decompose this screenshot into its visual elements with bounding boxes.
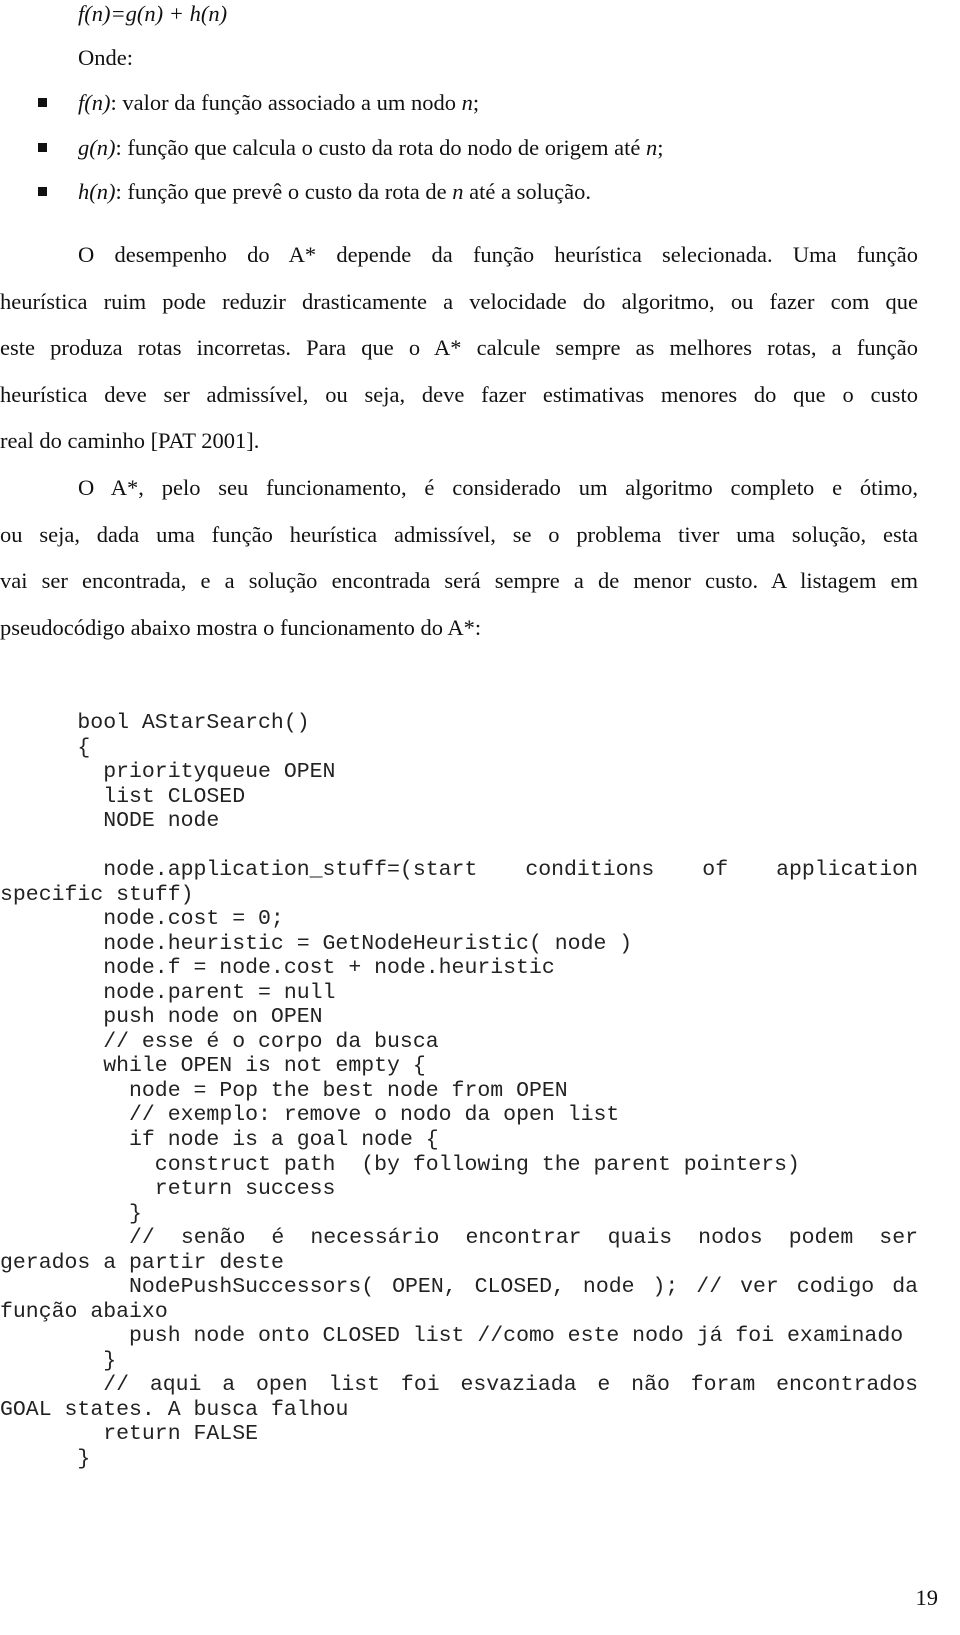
text: : função que prevê o custo da rota de [115,179,453,204]
code-line: gerados a partir deste [0,1250,284,1275]
term: f(n) [78,90,111,115]
code-line: priorityqueue OPEN [103,760,336,785]
code-line: } [77,1446,91,1471]
code-line: { [77,735,91,760]
code-line: push node on OPEN [103,1005,323,1030]
code-line: construct path (by following the parent … [154,1152,800,1177]
page-number: 19 [915,1585,939,1610]
list-item: f(n): valor da função associado a um nod… [78,88,479,118]
paragraph-line: ou seja, dada uma função heurística admi… [0,521,918,547]
code-line: bool AStarSearch() [77,711,310,735]
paragraph-line: heurística deve ser admissível, ou seja,… [0,381,918,407]
paragraph-line: este produza rotas incorretas. Para que … [0,335,918,361]
text: : valor da função associado a um nodo [110,90,462,115]
list-item: h(n): função que prevê o custo da rota d… [78,177,591,207]
code-line: return FALSE [103,1422,259,1447]
code-line: node.f = node.cost + node.heuristic [103,956,555,981]
var: n [452,179,464,204]
code-line: push node onto CLOSED list //como este n… [129,1324,904,1349]
var: n [461,90,473,115]
code-line: list CLOSED [103,784,246,809]
paragraph-line: heurística ruim pode reduzir drasticamen… [0,288,918,314]
list-item: g(n): função que calcula o custo da rota… [78,133,663,163]
paragraph-line: pseudocódigo abaixo mostra o funcionamen… [0,614,482,640]
code-line: return success [154,1177,336,1202]
code-line: // esse é o corpo da busca [103,1029,439,1054]
code-line: // exemplo: remove o nodo da open list [129,1103,620,1128]
code-line: node.cost = 0; [103,907,284,932]
paragraph-line: vai ser encontrada, e a solução encontra… [0,568,918,594]
term: g(n) [78,135,116,160]
paragraph-line: O A*, pelo seu funcionamento, é consider… [78,475,918,500]
code-line: while OPEN is not empty { [103,1054,426,1079]
code-line: specific stuff) [0,882,194,907]
text: ; [472,90,480,115]
var: n [645,135,658,160]
code-line: NODE node [103,809,220,834]
code-line: função abaixo [0,1299,168,1324]
code-line: node.application_stuff=(start conditions… [103,858,918,883]
code-line: // senão é necessário encontrar quais no… [129,1226,918,1251]
code-line: node.heuristic = GetNodeHeuristic( node … [103,931,633,956]
code-line: } [103,1348,117,1373]
paragraph-line: O desempenho do A* depende da função heu… [78,242,918,267]
paragraph-line: real do caminho [PAT 2001]. [0,428,260,454]
code-line: GOAL states. A busca falhou [0,1397,349,1422]
code-line: // aqui a open list foi esvaziada e não … [103,1373,918,1398]
text: : função que calcula o custo da rota do … [115,135,646,160]
code-line: node = Pop the best node from OPEN [129,1078,568,1103]
onde-label: Onde: [78,45,133,70]
bullet-square-icon [38,143,47,152]
code-line: if node is a goal node { [129,1128,439,1152]
term: h(n) [78,179,116,204]
code-line: node.parent = null [103,980,336,1005]
code-line: } [129,1201,142,1226]
text: ; [657,135,664,160]
code-line: NodePushSuccessors( OPEN, CLOSED, node )… [129,1275,918,1300]
formula: f(n)=g(n) + h(n) [78,1,228,26]
bullet-square-icon [38,98,47,107]
text: até a solução. [463,179,591,204]
bullet-square-icon [38,187,47,196]
